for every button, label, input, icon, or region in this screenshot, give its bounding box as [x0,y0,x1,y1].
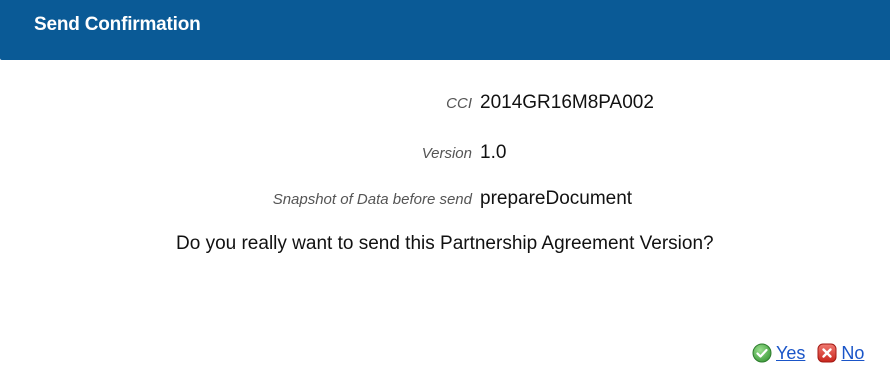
confirmation-question: Do you really want to send this Partners… [176,233,714,254]
no-link[interactable]: No [841,343,864,364]
version-row: Version 1.0 [0,141,890,165]
check-circle-icon [752,343,772,363]
cci-label: CCI [446,94,472,112]
send-confirmation-dialog: Send Confirmation CCI 2014GR16M8PA002 Ve… [0,0,890,392]
yes-link[interactable]: Yes [776,343,805,364]
close-square-icon [817,343,837,363]
yes-button[interactable]: Yes [752,343,805,364]
no-button[interactable]: No [817,343,864,364]
version-label: Version [421,144,472,162]
snapshot-label: Snapshot of Data before send [272,190,472,208]
cci-value: 2014GR16M8PA002 [480,92,654,113]
dialog-actions: Yes No [752,341,864,365]
snapshot-row: Snapshot of Data before send prepareDocu… [0,187,890,211]
cci-row: CCI 2014GR16M8PA002 [0,91,890,115]
dialog-header: Send Confirmation [0,0,890,60]
version-value: 1.0 [480,142,507,163]
dialog-title: Send Confirmation [34,14,201,35]
snapshot-value: prepareDocument [480,188,633,209]
